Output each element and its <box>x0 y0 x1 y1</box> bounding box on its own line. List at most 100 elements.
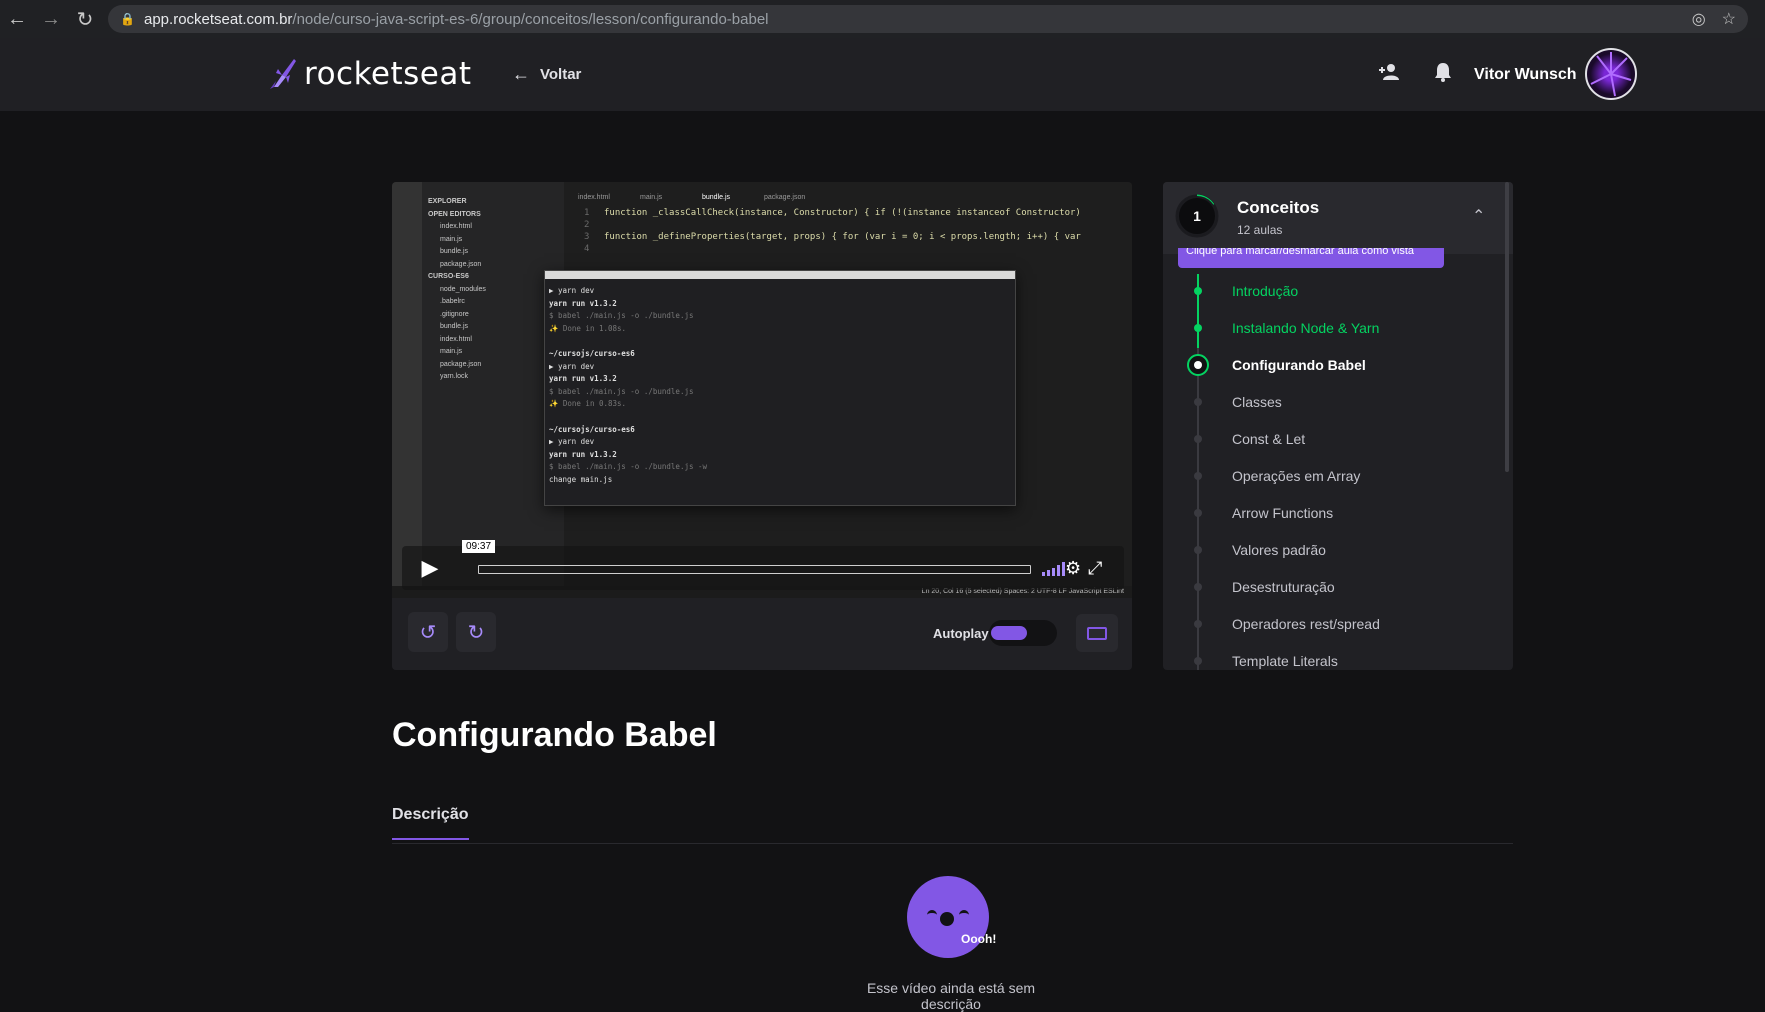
lesson-status-dot[interactable] <box>1194 287 1202 295</box>
star-icon[interactable]: ☆ <box>1722 9 1736 29</box>
reload-icon[interactable]: ↻ <box>68 0 102 38</box>
lesson-label: Configurando Babel <box>1232 356 1366 373</box>
ghost-exclaim: Oooh! <box>961 932 997 946</box>
tab-description[interactable]: Descrição <box>392 806 469 840</box>
lesson-status-dot[interactable] <box>1194 472 1202 480</box>
back-button[interactable]: ← Voltar <box>512 64 581 85</box>
fullscreen-icon[interactable]: ⤢ <box>1088 558 1102 579</box>
video-code-text: function _classCallCheck(instance, Const… <box>604 208 1081 218</box>
ghost-eye <box>959 910 969 915</box>
rewind-10-button[interactable]: ↺ <box>408 612 448 652</box>
lesson-item[interactable]: Configurando Babel <box>1163 346 1513 383</box>
video-code-line: 2 <box>584 220 604 230</box>
lesson-status-dot[interactable] <box>1194 324 1202 332</box>
lesson-label: Classes <box>1232 393 1282 410</box>
logo-text: rocketseat <box>304 56 472 92</box>
autoplay-toggle-knob <box>991 626 1027 640</box>
lesson-item[interactable]: Introdução <box>1163 272 1513 309</box>
address-bar[interactable]: 🔒 app.rocketseat.com.br/node/curso-java-… <box>108 5 1748 33</box>
lesson-item[interactable]: Operadores rest/spread <box>1163 605 1513 642</box>
video-line-number: 1 <box>584 208 590 218</box>
video-line-number: 3 <box>584 232 590 242</box>
lesson-item[interactable]: Desestruturação <box>1163 568 1513 605</box>
video-terminal-line: change main.js <box>549 474 613 484</box>
play-icon[interactable]: ▶ <box>410 554 450 582</box>
lesson-status-dot[interactable] <box>1194 546 1202 554</box>
video-explorer-item: OPEN EDITORS <box>428 210 481 218</box>
logo[interactable]: rocketseat <box>268 56 472 92</box>
back-icon[interactable]: ← <box>0 0 34 38</box>
module-title: Conceitos <box>1237 198 1320 217</box>
empty-message: Esse vídeo ainda está sem descrição <box>866 980 1036 1012</box>
ghost-eye <box>927 910 937 915</box>
video-explorer-item: main.js <box>440 235 463 243</box>
video-terminal-line: ▶ yarn dev <box>549 361 595 371</box>
lesson-item[interactable]: Arrow Functions <box>1163 494 1513 531</box>
video-code-line: 3 function _defineProperties(target, prop… <box>584 232 1081 242</box>
video-explorer-item: index.html <box>440 223 472 230</box>
video-explorer-item: bundle.js <box>440 323 469 330</box>
lesson-item[interactable]: Const & Let <box>1163 420 1513 457</box>
module-lesson-count: 12 aulas <box>1237 223 1283 237</box>
video-controls-bar: ↺ ↻ Autoplay <box>392 598 1132 670</box>
theater-mode-button[interactable] <box>1076 614 1118 652</box>
video-frame[interactable]: EXPLORER OPEN EDITORS index.html main.js bun… <box>392 182 1132 598</box>
playlist-scrollbar[interactable] <box>1505 182 1509 472</box>
theater-mode-icon <box>1087 626 1107 640</box>
lesson-label: Desestruturação <box>1232 578 1335 595</box>
browser-toolbar: ← → ↻ 🔒 app.rocketseat.com.br/node/curso… <box>0 0 1765 38</box>
lesson-item[interactable]: Template Literals <box>1163 642 1513 670</box>
video-terminal-line: ▶ yarn dev <box>549 286 595 295</box>
video-explorer-item: package.json <box>440 260 482 268</box>
gear-icon[interactable]: ⚙ <box>1065 558 1081 579</box>
progress-bar[interactable] <box>478 565 1031 574</box>
lesson-item[interactable]: Instalando Node & Yarn <box>1163 309 1513 346</box>
user-name[interactable]: Vitor Wunsch <box>1474 66 1577 84</box>
module-number: 1 <box>1177 196 1217 236</box>
video-editor-tab: main.js <box>640 194 663 201</box>
video-explorer-item: .gitignore <box>440 310 469 318</box>
mark-watched-tooltip: Clique para marcar/desmarcar aula como v… <box>1178 248 1444 268</box>
back-button-label: Voltar <box>540 66 582 83</box>
lesson-tabs: Descrição <box>392 806 1513 844</box>
rewind-10-icon: ↺ <box>419 621 437 644</box>
lesson-item[interactable]: Valores padrão <box>1163 531 1513 568</box>
module-header[interactable]: 1 Conceitos 12 aulas ⌃ <box>1163 182 1513 254</box>
autoplay-label: Autoplay <box>933 626 989 641</box>
video-terminal-line: ✨ Done in 0.83s. <box>549 399 627 409</box>
video-explorer-item: main.js <box>440 348 463 355</box>
forward-icon[interactable]: → <box>34 0 68 38</box>
lesson-label: Introdução <box>1232 282 1299 299</box>
lesson-status-dot[interactable] <box>1194 509 1202 517</box>
lesson-item[interactable]: Classes <box>1163 383 1513 420</box>
lesson-status-dot[interactable] <box>1194 657 1202 665</box>
lesson-status-dot[interactable] <box>1194 398 1202 406</box>
video-terminal: ▶ yarn dev yarn run v1.3.2 $ babel ./main.… <box>544 270 1016 506</box>
video-editor-explorer: EXPLORER OPEN EDITORS index.html main.js bun… <box>422 182 564 598</box>
rocket-logo-icon <box>270 59 296 89</box>
add-user-icon[interactable] <box>1377 60 1401 84</box>
video-terminal-line: yarn run v1.3.2 <box>549 298 617 308</box>
lesson-status-dot[interactable] <box>1194 435 1202 443</box>
lesson-status-dot[interactable] <box>1187 354 1209 376</box>
lesson-label: Valores padrão <box>1232 541 1326 558</box>
bell-icon[interactable] <box>1431 60 1455 84</box>
arrow-left-icon: ← <box>512 64 530 84</box>
lesson-item[interactable]: Operações em Array <box>1163 457 1513 494</box>
video-terminal-line: ~/cursojs/curso-es6 <box>549 424 635 434</box>
avatar[interactable] <box>1585 48 1637 100</box>
volume-icon[interactable] <box>1042 562 1065 576</box>
chevron-up-icon[interactable]: ⌃ <box>1472 206 1485 226</box>
autoplay-toggle[interactable] <box>989 620 1057 646</box>
avatar-image <box>1590 52 1632 97</box>
eye-off-icon[interactable]: ◎ <box>1692 9 1706 29</box>
forward-10-button[interactable]: ↻ <box>456 612 496 652</box>
lesson-list: Introdução Instalando Node & Yarn Configur… <box>1163 272 1513 670</box>
lock-icon: 🔒 <box>120 12 135 26</box>
terminal-titlebar <box>545 271 1015 279</box>
lesson-label: Operações em Array <box>1232 467 1361 484</box>
video-explorer-item: index.html <box>440 335 472 343</box>
lesson-status-dot[interactable] <box>1194 620 1202 628</box>
lesson-status-dot[interactable] <box>1194 583 1202 591</box>
video-explorer-item: yarn.lock <box>440 373 469 380</box>
